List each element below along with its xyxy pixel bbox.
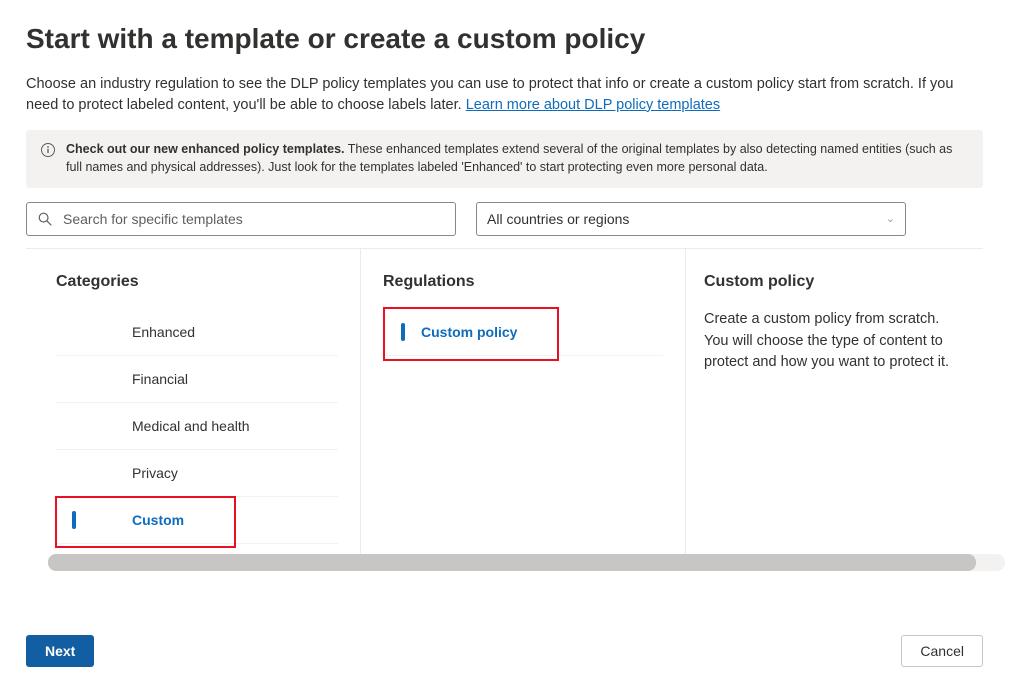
category-item-financial[interactable]: Financial	[56, 356, 338, 403]
category-label: Enhanced	[132, 324, 195, 340]
category-label: Custom	[132, 512, 184, 528]
next-button[interactable]: Next	[26, 635, 94, 667]
chevron-down-icon: ⌄	[886, 212, 895, 225]
template-browser: Categories Enhanced Financial Medical an…	[26, 249, 983, 554]
regulation-label: Custom policy	[421, 324, 517, 340]
info-banner: Check out our new enhanced policy templa…	[26, 130, 983, 188]
category-label: Privacy	[132, 465, 178, 481]
category-item-medical[interactable]: Medical and health	[56, 403, 338, 450]
categories-heading: Categories	[56, 273, 338, 291]
regulations-column: Regulations Custom policy	[361, 249, 686, 554]
page-subtitle: Choose an industry regulation to see the…	[26, 74, 983, 116]
info-icon	[40, 142, 56, 158]
regulations-heading: Regulations	[383, 273, 663, 291]
detail-column: Custom policy Create a custom policy fro…	[686, 249, 983, 554]
region-dropdown-value: All countries or regions	[487, 211, 629, 227]
info-banner-bold: Check out our new enhanced policy templa…	[66, 142, 345, 156]
search-input[interactable]	[61, 210, 445, 228]
horizontal-scrollbar[interactable]	[48, 554, 1005, 571]
category-item-custom[interactable]: Custom	[56, 497, 338, 544]
cancel-button[interactable]: Cancel	[901, 635, 983, 667]
page-title: Start with a template or create a custom…	[26, 22, 983, 56]
category-label: Medical and health	[132, 418, 250, 434]
search-icon	[37, 211, 53, 227]
scrollbar-thumb[interactable]	[48, 554, 976, 571]
category-item-enhanced[interactable]: Enhanced	[56, 309, 338, 356]
detail-title: Custom policy	[704, 273, 961, 291]
region-dropdown[interactable]: All countries or regions ⌄	[476, 202, 906, 236]
wizard-footer: Next Cancel	[0, 635, 1009, 667]
learn-more-link[interactable]: Learn more about DLP policy templates	[466, 97, 720, 113]
template-search[interactable]	[26, 202, 456, 236]
category-label: Financial	[132, 371, 188, 387]
category-item-privacy[interactable]: Privacy	[56, 450, 338, 497]
detail-body: Create a custom policy from scratch. You…	[704, 309, 961, 374]
regulation-item-custom-policy[interactable]: Custom policy	[383, 309, 663, 356]
info-banner-text: Check out our new enhanced policy templa…	[66, 140, 969, 176]
filter-row: All countries or regions ⌄	[26, 202, 983, 236]
categories-column: Categories Enhanced Financial Medical an…	[26, 249, 361, 554]
